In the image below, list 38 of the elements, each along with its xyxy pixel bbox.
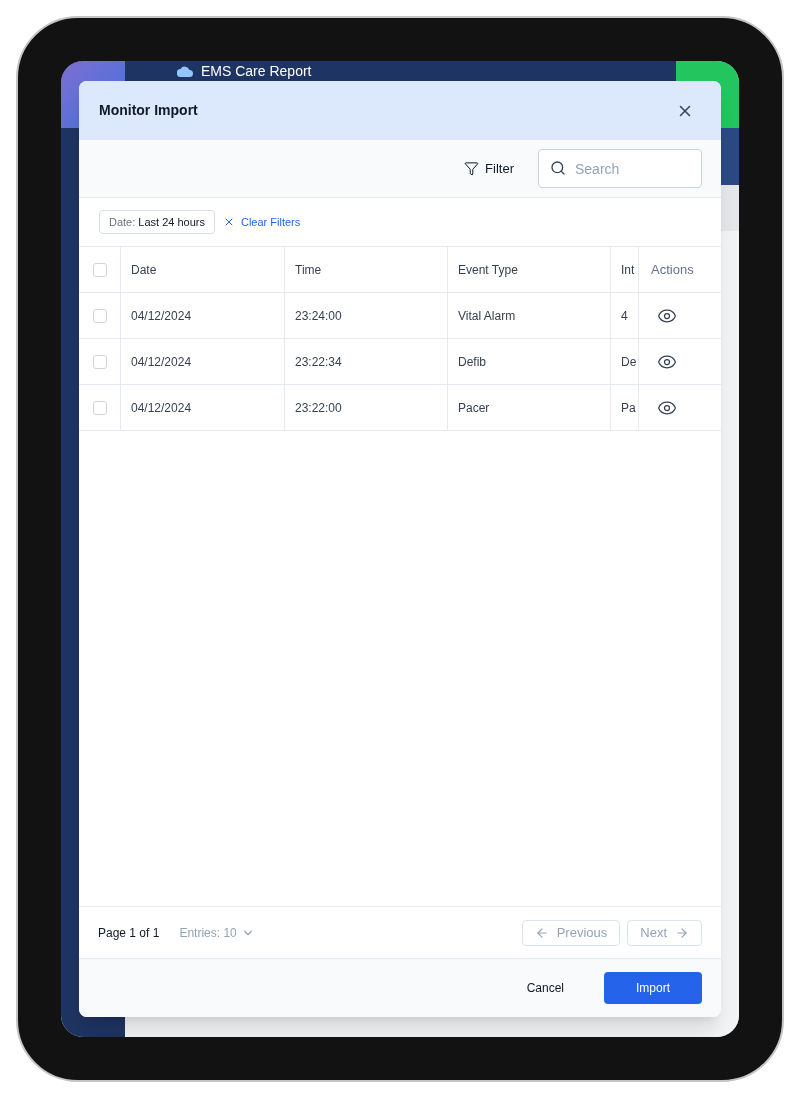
column-header: Event Type — [458, 261, 518, 279]
checkbox[interactable] — [92, 262, 107, 277]
filter-chip[interactable]: Date: Last 24 hours — [99, 210, 215, 234]
checkbox[interactable] — [92, 354, 107, 369]
import-button[interactable]: Import — [604, 972, 702, 1004]
clear-filters-link[interactable]: Clear Filters — [222, 213, 301, 231]
filter-button[interactable]: Filter — [464, 158, 514, 179]
checkbox[interactable] — [92, 308, 107, 323]
column-header: Int — [621, 261, 635, 279]
table-cell-text: De — [621, 353, 637, 371]
filter-icon — [464, 161, 480, 176]
table-row[interactable]: 04/12/2024 23:22:00 Pacer Pa — [79, 385, 721, 431]
table-cell-text: 23:24:00 — [295, 307, 342, 325]
cancel-button[interactable]: Cancel — [522, 972, 568, 1004]
table-cell-text: 04/12/2024 — [131, 353, 192, 371]
column-header: Actions — [651, 260, 694, 279]
modal-title: Monitor Import — [99, 101, 198, 120]
table-cell-text: 04/12/2024 — [131, 399, 192, 417]
checkbox[interactable] — [92, 400, 107, 415]
table-cell-text: Pacer — [458, 399, 490, 417]
table-row[interactable]: 04/12/2024 23:24:00 Vital Alarm 4 — [79, 293, 721, 339]
table-cell-text: 4 — [621, 307, 628, 325]
table-cell-text: 23:22:34 — [295, 353, 342, 371]
table-cell-text: Pa — [621, 399, 636, 417]
arrow-right-icon — [675, 925, 689, 940]
app-title: EMS Care Report — [201, 63, 312, 80]
page-indicator: Page 1 of 1 — [98, 924, 160, 942]
column-header: Date — [131, 261, 157, 279]
column-header: Time — [295, 261, 322, 279]
search-icon — [550, 160, 566, 176]
table-cell-text: 04/12/2024 — [131, 307, 192, 325]
table-cell-text: Vital Alarm — [458, 307, 516, 325]
search-field[interactable]: Search — [538, 149, 702, 188]
arrow-left-icon — [534, 925, 549, 940]
table-row[interactable]: 04/12/2024 23:22:34 Defib De — [79, 339, 721, 385]
table-cell-text: 23:22:00 — [295, 399, 342, 417]
table-cell-text: Defib — [458, 353, 486, 371]
cloud-icon — [177, 66, 193, 77]
